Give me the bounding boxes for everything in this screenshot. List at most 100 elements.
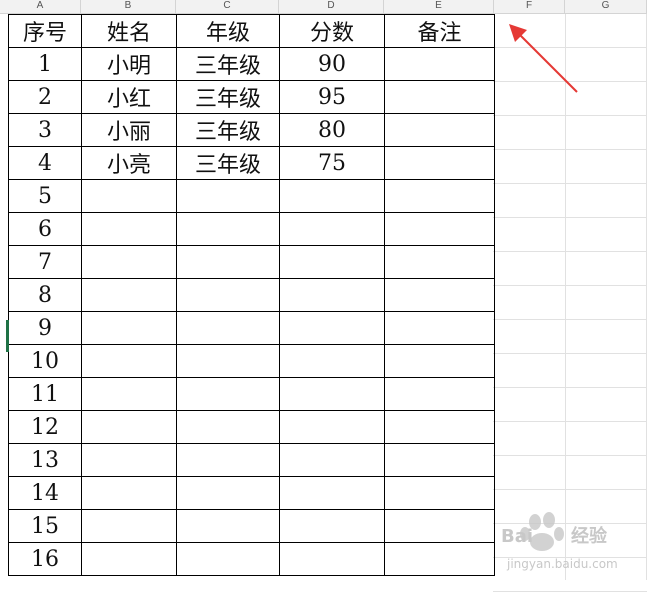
- cell-score[interactable]: [279, 476, 385, 510]
- cell-grade[interactable]: [176, 245, 280, 279]
- cell-name[interactable]: [81, 509, 177, 543]
- cell-name[interactable]: [81, 311, 177, 345]
- cell-grade[interactable]: [176, 179, 280, 213]
- cell-index[interactable]: 10: [8, 344, 82, 378]
- cell-grade[interactable]: [176, 476, 280, 510]
- cell-index[interactable]: 6: [8, 212, 82, 246]
- cell-score[interactable]: [279, 179, 385, 213]
- cell-name[interactable]: [81, 476, 177, 510]
- cell-notes[interactable]: [384, 542, 495, 576]
- cell-grade[interactable]: [176, 509, 280, 543]
- cell-grade[interactable]: [176, 377, 280, 411]
- cell-score[interactable]: [279, 311, 385, 345]
- cell-index[interactable]: 3: [8, 113, 82, 147]
- column-header-a[interactable]: A: [0, 0, 81, 13]
- cell-notes[interactable]: [384, 146, 495, 180]
- cell-index[interactable]: 5: [8, 179, 82, 213]
- cell-index[interactable]: 9: [8, 311, 82, 345]
- cell-notes[interactable]: [384, 212, 495, 246]
- cell-grade[interactable]: 三年级: [176, 80, 280, 114]
- cell-grade[interactable]: [176, 278, 280, 312]
- cell-score[interactable]: 80: [279, 113, 385, 147]
- cell-notes[interactable]: [384, 443, 495, 477]
- header-cell-notes[interactable]: 备注: [384, 14, 495, 48]
- cell-grade[interactable]: 三年级: [176, 113, 280, 147]
- cell-grade[interactable]: [176, 542, 280, 576]
- cell-index[interactable]: 16: [8, 542, 82, 576]
- cell-index[interactable]: 11: [8, 377, 82, 411]
- cell-score[interactable]: [279, 278, 385, 312]
- cell-name[interactable]: 小红: [81, 80, 177, 114]
- cell-score[interactable]: [279, 344, 385, 378]
- cell-grade[interactable]: [176, 344, 280, 378]
- cell-score[interactable]: [279, 410, 385, 444]
- cell-name[interactable]: [81, 410, 177, 444]
- table-row: 8: [8, 278, 495, 312]
- cell-grade[interactable]: 三年级: [176, 146, 280, 180]
- column-header-c[interactable]: C: [176, 0, 279, 13]
- cell-name[interactable]: [81, 344, 177, 378]
- column-header-e[interactable]: E: [384, 0, 494, 13]
- cell-name[interactable]: [81, 542, 177, 576]
- cell-notes[interactable]: [384, 344, 495, 378]
- table-row: 3 小丽 三年级 80: [8, 113, 495, 147]
- column-header-d[interactable]: D: [279, 0, 384, 13]
- cell-notes[interactable]: [384, 509, 495, 543]
- cell-index[interactable]: 2: [8, 80, 82, 114]
- cell-index[interactable]: 15: [8, 509, 82, 543]
- cell-grade[interactable]: [176, 443, 280, 477]
- cell-index[interactable]: 14: [8, 476, 82, 510]
- cell-grade[interactable]: 三年级: [176, 47, 280, 81]
- cell-index[interactable]: 8: [8, 278, 82, 312]
- cell-score[interactable]: 90: [279, 47, 385, 81]
- cell-score[interactable]: [279, 542, 385, 576]
- column-header-g[interactable]: G: [565, 0, 647, 13]
- cell-index[interactable]: 12: [8, 410, 82, 444]
- cell-notes[interactable]: [384, 47, 495, 81]
- annotation-arrow-icon: [509, 24, 578, 93]
- header-cell-grade[interactable]: 年级: [176, 14, 280, 48]
- header-cell-index[interactable]: 序号: [8, 14, 82, 48]
- cell-notes[interactable]: [384, 179, 495, 213]
- column-header-f[interactable]: F: [494, 0, 565, 13]
- table-row: 11: [8, 377, 495, 411]
- cell-score[interactable]: [279, 377, 385, 411]
- cell-name[interactable]: [81, 245, 177, 279]
- cell-index[interactable]: 1: [8, 47, 82, 81]
- cell-name[interactable]: [81, 377, 177, 411]
- cell-score[interactable]: [279, 245, 385, 279]
- cell-name[interactable]: [81, 179, 177, 213]
- cell-score[interactable]: [279, 509, 385, 543]
- cell-score[interactable]: [279, 443, 385, 477]
- cell-notes[interactable]: [384, 311, 495, 345]
- data-table-region: 序号 姓名 年级 分数 备注 1 小明 三年级 90 2 小红 三年级 95 3 小丽 三年级 80 4…: [8, 14, 495, 576]
- cell-grade[interactable]: [176, 311, 280, 345]
- cell-name[interactable]: [81, 212, 177, 246]
- cell-notes[interactable]: [384, 476, 495, 510]
- cell-grade[interactable]: [176, 212, 280, 246]
- cell-index[interactable]: 4: [8, 146, 82, 180]
- cell-score[interactable]: [279, 212, 385, 246]
- cell-name[interactable]: 小丽: [81, 113, 177, 147]
- cell-notes[interactable]: [384, 278, 495, 312]
- cell-notes[interactable]: [384, 113, 495, 147]
- cell-notes[interactable]: [384, 377, 495, 411]
- header-cell-name[interactable]: 姓名: [81, 14, 177, 48]
- cell-name[interactable]: [81, 278, 177, 312]
- cell-name[interactable]: 小明: [81, 47, 177, 81]
- cell-grade[interactable]: [176, 410, 280, 444]
- cell-score[interactable]: 95: [279, 80, 385, 114]
- gridline: [493, 115, 647, 116]
- table-row: 1 小明 三年级 90: [8, 47, 495, 81]
- cell-name[interactable]: [81, 443, 177, 477]
- cell-notes[interactable]: [384, 410, 495, 444]
- cell-index[interactable]: 7: [8, 245, 82, 279]
- svg-text:经验: 经验: [571, 525, 608, 547]
- column-header-b[interactable]: B: [81, 0, 176, 13]
- cell-notes[interactable]: [384, 245, 495, 279]
- cell-notes[interactable]: [384, 80, 495, 114]
- header-cell-score[interactable]: 分数: [279, 14, 385, 48]
- cell-name[interactable]: 小亮: [81, 146, 177, 180]
- cell-score[interactable]: 75: [279, 146, 385, 180]
- cell-index[interactable]: 13: [8, 443, 82, 477]
